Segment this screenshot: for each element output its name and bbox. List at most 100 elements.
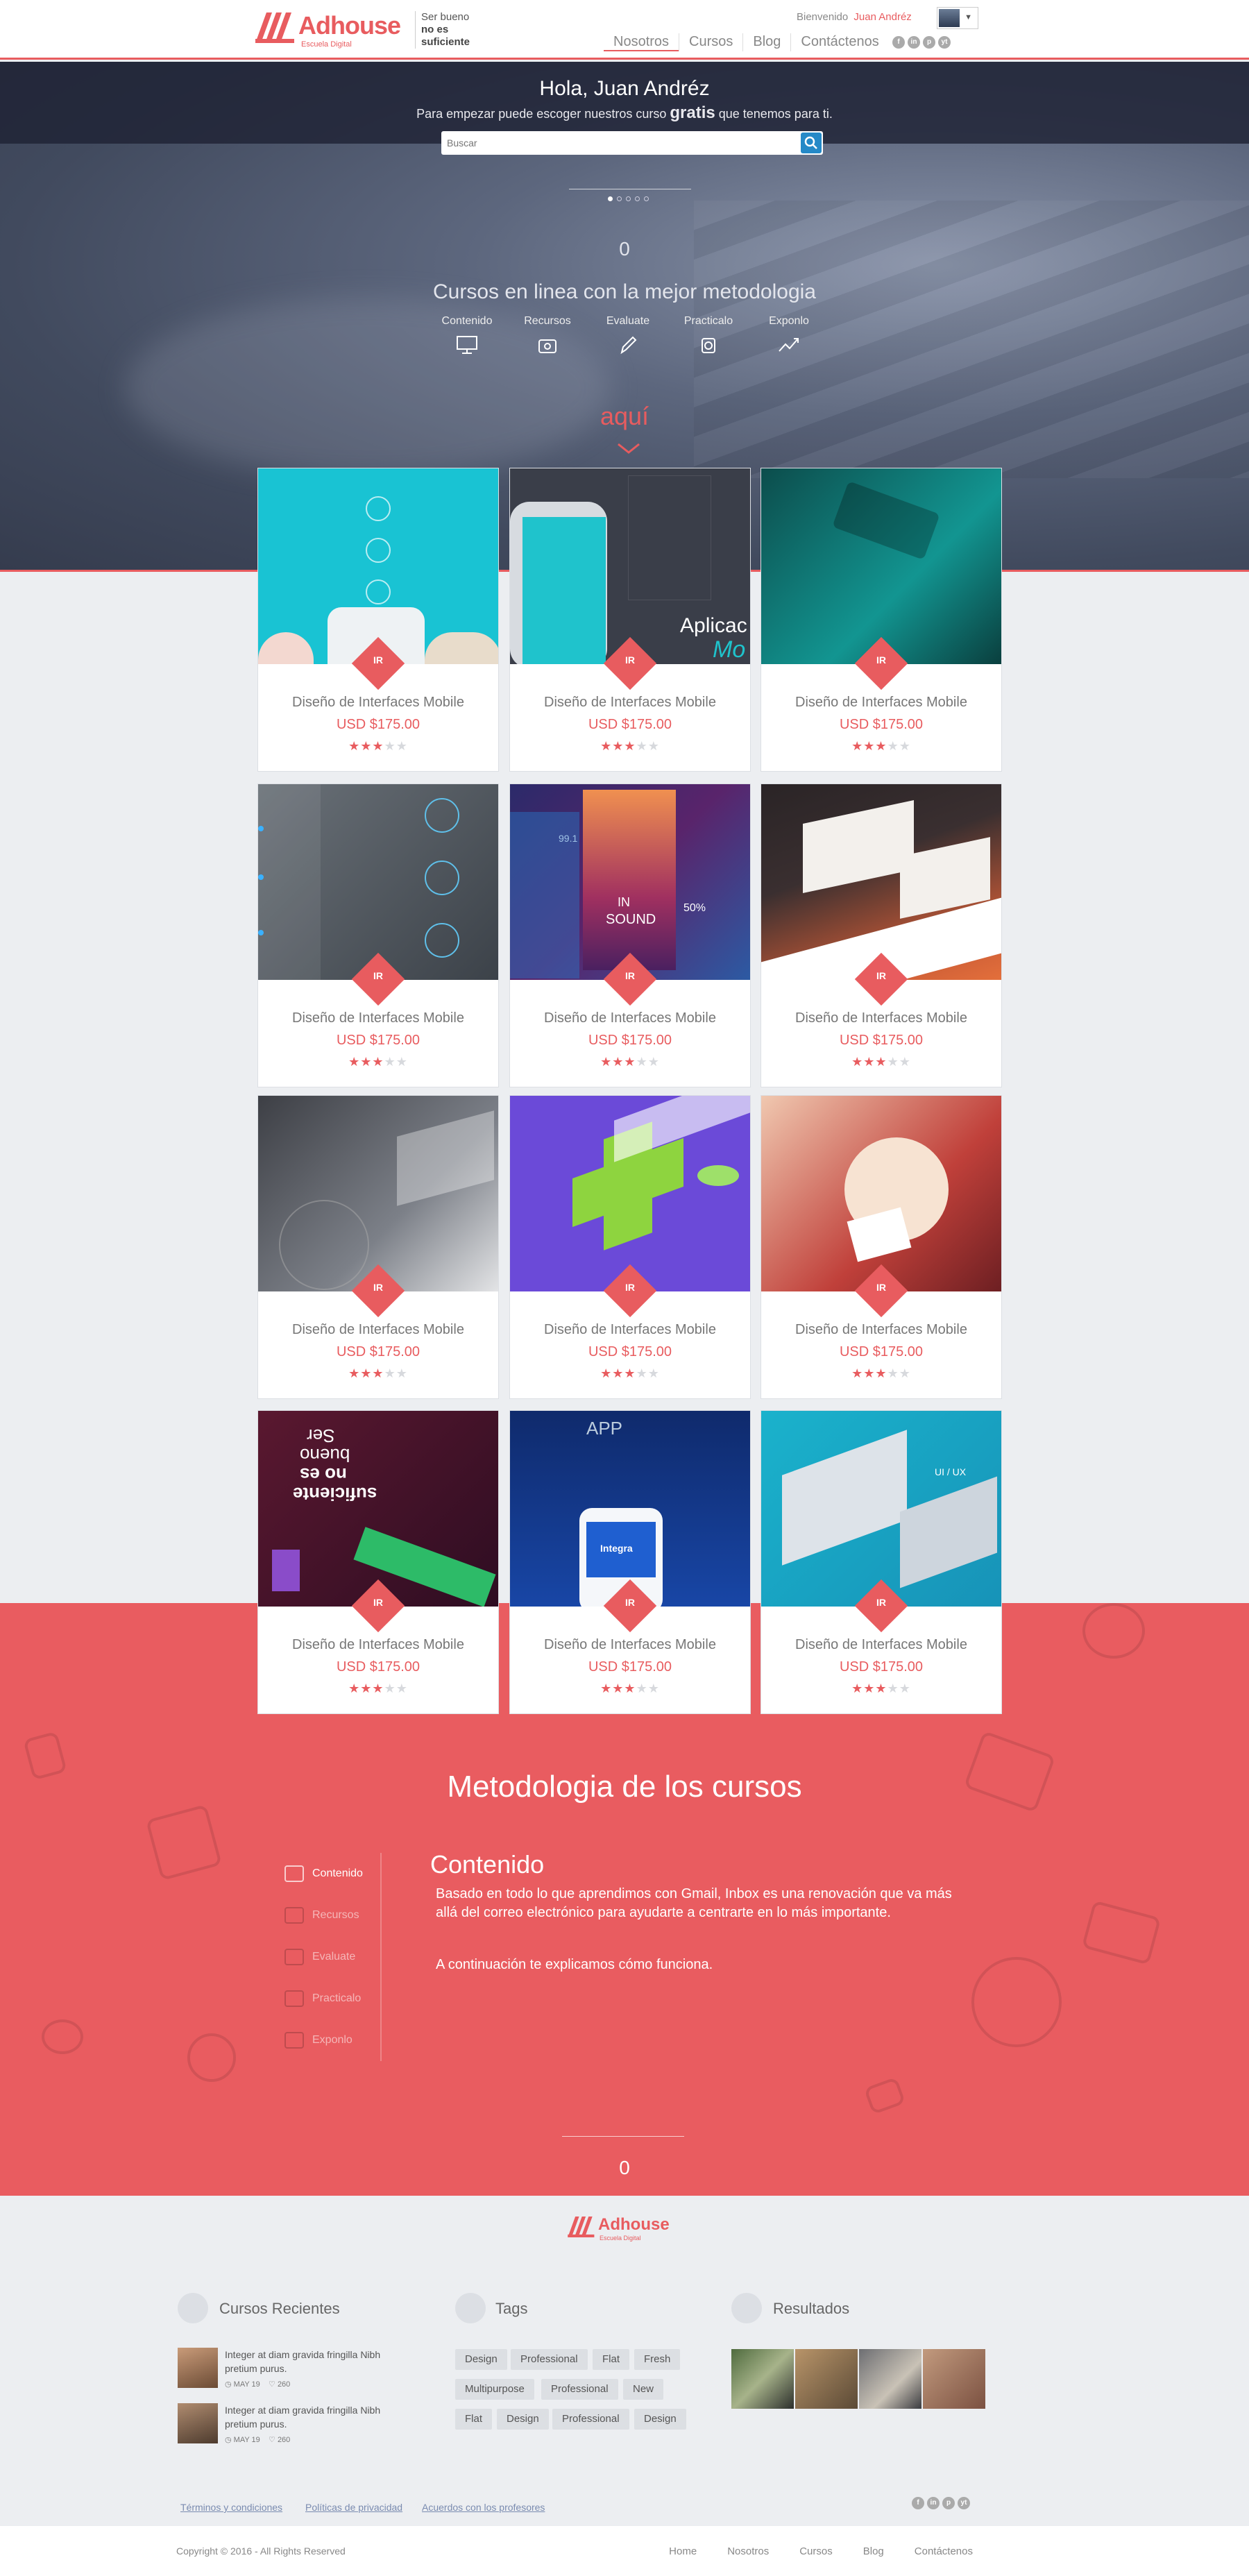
- feature-contenido[interactable]: Contenido: [427, 315, 507, 360]
- nav-nosotros[interactable]: Nosotros: [604, 33, 679, 51]
- nav-contactenos[interactable]: Contáctenos: [790, 33, 888, 51]
- tag[interactable]: Professional: [541, 2379, 618, 2400]
- facebook-icon[interactable]: f: [892, 36, 905, 49]
- tag[interactable]: New: [623, 2379, 664, 2400]
- ir-label[interactable]: IR: [863, 654, 900, 666]
- youtube-icon[interactable]: yt: [958, 2497, 970, 2509]
- result-thumbnail[interactable]: [859, 2349, 921, 2409]
- ir-label[interactable]: IR: [359, 654, 397, 666]
- slider-dot[interactable]: [644, 196, 649, 201]
- search-button[interactable]: [801, 133, 822, 153]
- course-title[interactable]: Diseño de Interfaces Mobile: [510, 695, 750, 711]
- course-card[interactable]: Aplicac Mo IR Diseño de Interfaces Mobile US…: [509, 468, 751, 772]
- slider-dot[interactable]: [617, 196, 622, 201]
- feature-recursos[interactable]: Recursos: [507, 315, 588, 360]
- course-title[interactable]: Diseño de Interfaces Mobile: [761, 1010, 1001, 1026]
- methodology-item-contenido[interactable]: Contenido: [284, 1853, 380, 1895]
- slider-dot[interactable]: [635, 196, 640, 201]
- methodology-item-practicalo[interactable]: Practicalo: [284, 1978, 380, 2019]
- course-card[interactable]: IR Diseño de Interfaces Mobile USD $175.00…: [761, 1095, 1002, 1399]
- nav-blog[interactable]: Blog: [742, 33, 790, 51]
- course-title[interactable]: Diseño de Interfaces Mobile: [258, 1637, 498, 1653]
- tag[interactable]: Flat: [455, 2409, 493, 2430]
- feature-evaluate[interactable]: Evaluate: [588, 315, 668, 360]
- ir-label[interactable]: IR: [611, 1597, 649, 1608]
- course-card[interactable]: IR Diseño de Interfaces Mobile USD $175.00…: [257, 468, 499, 772]
- course-title[interactable]: Diseño de Interfaces Mobile: [761, 1322, 1001, 1338]
- slider-dot[interactable]: [626, 196, 631, 201]
- course-card[interactable]: IR Diseño de Interfaces Mobile USD $175.00…: [257, 783, 499, 1087]
- pinterest-icon[interactable]: p: [923, 36, 935, 49]
- course-title[interactable]: Diseño de Interfaces Mobile: [510, 1637, 750, 1653]
- methodology-item-evaluate[interactable]: Evaluate: [284, 1936, 380, 1978]
- course-card[interactable]: UI / UX IR Diseño de Interfaces Mobile USD …: [761, 1410, 1002, 1714]
- footer-nav-nosotros[interactable]: Nosotros: [727, 2545, 769, 2557]
- star-rating: ★★★★★: [851, 1366, 911, 1380]
- recent-post[interactable]: Integer at diam gravida fringilla Nibh p…: [178, 2348, 400, 2396]
- ir-label[interactable]: IR: [611, 970, 649, 981]
- tag[interactable]: Design: [497, 2409, 549, 2430]
- feature-exponlo[interactable]: Exponlo: [749, 315, 829, 360]
- footer-nav-contactenos[interactable]: Contáctenos: [915, 2545, 973, 2557]
- course-title[interactable]: Diseño de Interfaces Mobile: [761, 1637, 1001, 1653]
- ir-label[interactable]: IR: [611, 1282, 649, 1293]
- youtube-icon[interactable]: yt: [938, 36, 951, 49]
- ir-label[interactable]: IR: [359, 970, 397, 981]
- ir-label[interactable]: IR: [863, 1597, 900, 1608]
- footer-nav-blog[interactable]: Blog: [863, 2545, 884, 2557]
- ir-label[interactable]: IR: [863, 1282, 900, 1293]
- tags-title: Tags: [495, 2300, 528, 2317]
- cta-text[interactable]: aquí: [0, 402, 1249, 431]
- privacy-link[interactable]: Políticas de privacidad: [305, 2502, 402, 2513]
- slider-dot[interactable]: [608, 196, 613, 201]
- tag[interactable]: Multipurpose: [455, 2379, 534, 2400]
- teachers-link[interactable]: Acuerdos con los profesores: [422, 2502, 545, 2513]
- resources-icon: [538, 339, 556, 353]
- course-title[interactable]: Diseño de Interfaces Mobile: [510, 1322, 750, 1338]
- nav-cursos[interactable]: Cursos: [679, 33, 742, 51]
- tag[interactable]: Design: [455, 2349, 507, 2370]
- user-menu[interactable]: ▼: [937, 7, 978, 29]
- tag[interactable]: Flat: [593, 2349, 630, 2370]
- footer-nav-cursos[interactable]: Cursos: [799, 2545, 833, 2557]
- course-card[interactable]: IN SOUND 99.1 50% IR Diseño de Interfaces Mob…: [509, 783, 751, 1087]
- course-card[interactable]: IR Diseño de Interfaces Mobile USD $175.00…: [761, 783, 1002, 1087]
- methodology-item-exponlo[interactable]: Exponlo: [284, 2019, 380, 2061]
- user-name[interactable]: Juan Andréz: [853, 11, 911, 23]
- logo[interactable]: Adhouse Escuela Digital: [255, 8, 408, 50]
- tag[interactable]: Professional: [511, 2349, 588, 2370]
- pinterest-icon[interactable]: p: [942, 2497, 955, 2509]
- recent-post[interactable]: Integer at diam gravida fringilla Nibh p…: [178, 2403, 400, 2452]
- chevron-down-icon[interactable]: [616, 442, 641, 455]
- methodology-item-label: Practicalo: [312, 1992, 362, 2004]
- course-card[interactable]: APP Integra IR Diseño de Interfaces Mobile U…: [509, 1410, 751, 1714]
- search-input[interactable]: [447, 131, 787, 155]
- pencil-icon: [620, 336, 637, 355]
- tag[interactable]: Fresh: [634, 2349, 681, 2370]
- ir-label[interactable]: IR: [359, 1282, 397, 1293]
- feature-practicalo[interactable]: Practicalo: [668, 315, 749, 360]
- linkedin-icon[interactable]: in: [908, 36, 920, 49]
- footer-nav-home[interactable]: Home: [669, 2545, 697, 2557]
- course-card[interactable]: IR Diseño de Interfaces Mobile USD $175.00…: [257, 1095, 499, 1399]
- facebook-icon[interactable]: f: [912, 2497, 924, 2509]
- course-title[interactable]: Diseño de Interfaces Mobile: [258, 1322, 498, 1338]
- course-title[interactable]: Diseño de Interfaces Mobile: [761, 695, 1001, 711]
- result-thumbnail[interactable]: [923, 2349, 985, 2409]
- ir-label[interactable]: IR: [359, 1597, 397, 1608]
- course-title[interactable]: Diseño de Interfaces Mobile: [258, 695, 498, 711]
- result-thumbnail[interactable]: [795, 2349, 858, 2409]
- terms-link[interactable]: Términos y condiciones: [180, 2502, 282, 2513]
- course-card[interactable]: IR Diseño de Interfaces Mobile USD $175.00…: [761, 468, 1002, 772]
- course-card[interactable]: IR Diseño de Interfaces Mobile USD $175.00…: [509, 1095, 751, 1399]
- linkedin-icon[interactable]: in: [927, 2497, 940, 2509]
- ir-label[interactable]: IR: [863, 970, 900, 981]
- course-title[interactable]: Diseño de Interfaces Mobile: [258, 1010, 498, 1026]
- tag[interactable]: Professional: [552, 2409, 629, 2430]
- course-card[interactable]: Ser bueno no es suficiente IR Diseño de Inter…: [257, 1410, 499, 1714]
- result-thumbnail[interactable]: [731, 2349, 794, 2409]
- ir-label[interactable]: IR: [611, 654, 649, 666]
- methodology-item-recursos[interactable]: Recursos: [284, 1895, 380, 1936]
- tag[interactable]: Design: [634, 2409, 686, 2430]
- course-title[interactable]: Diseño de Interfaces Mobile: [510, 1010, 750, 1026]
